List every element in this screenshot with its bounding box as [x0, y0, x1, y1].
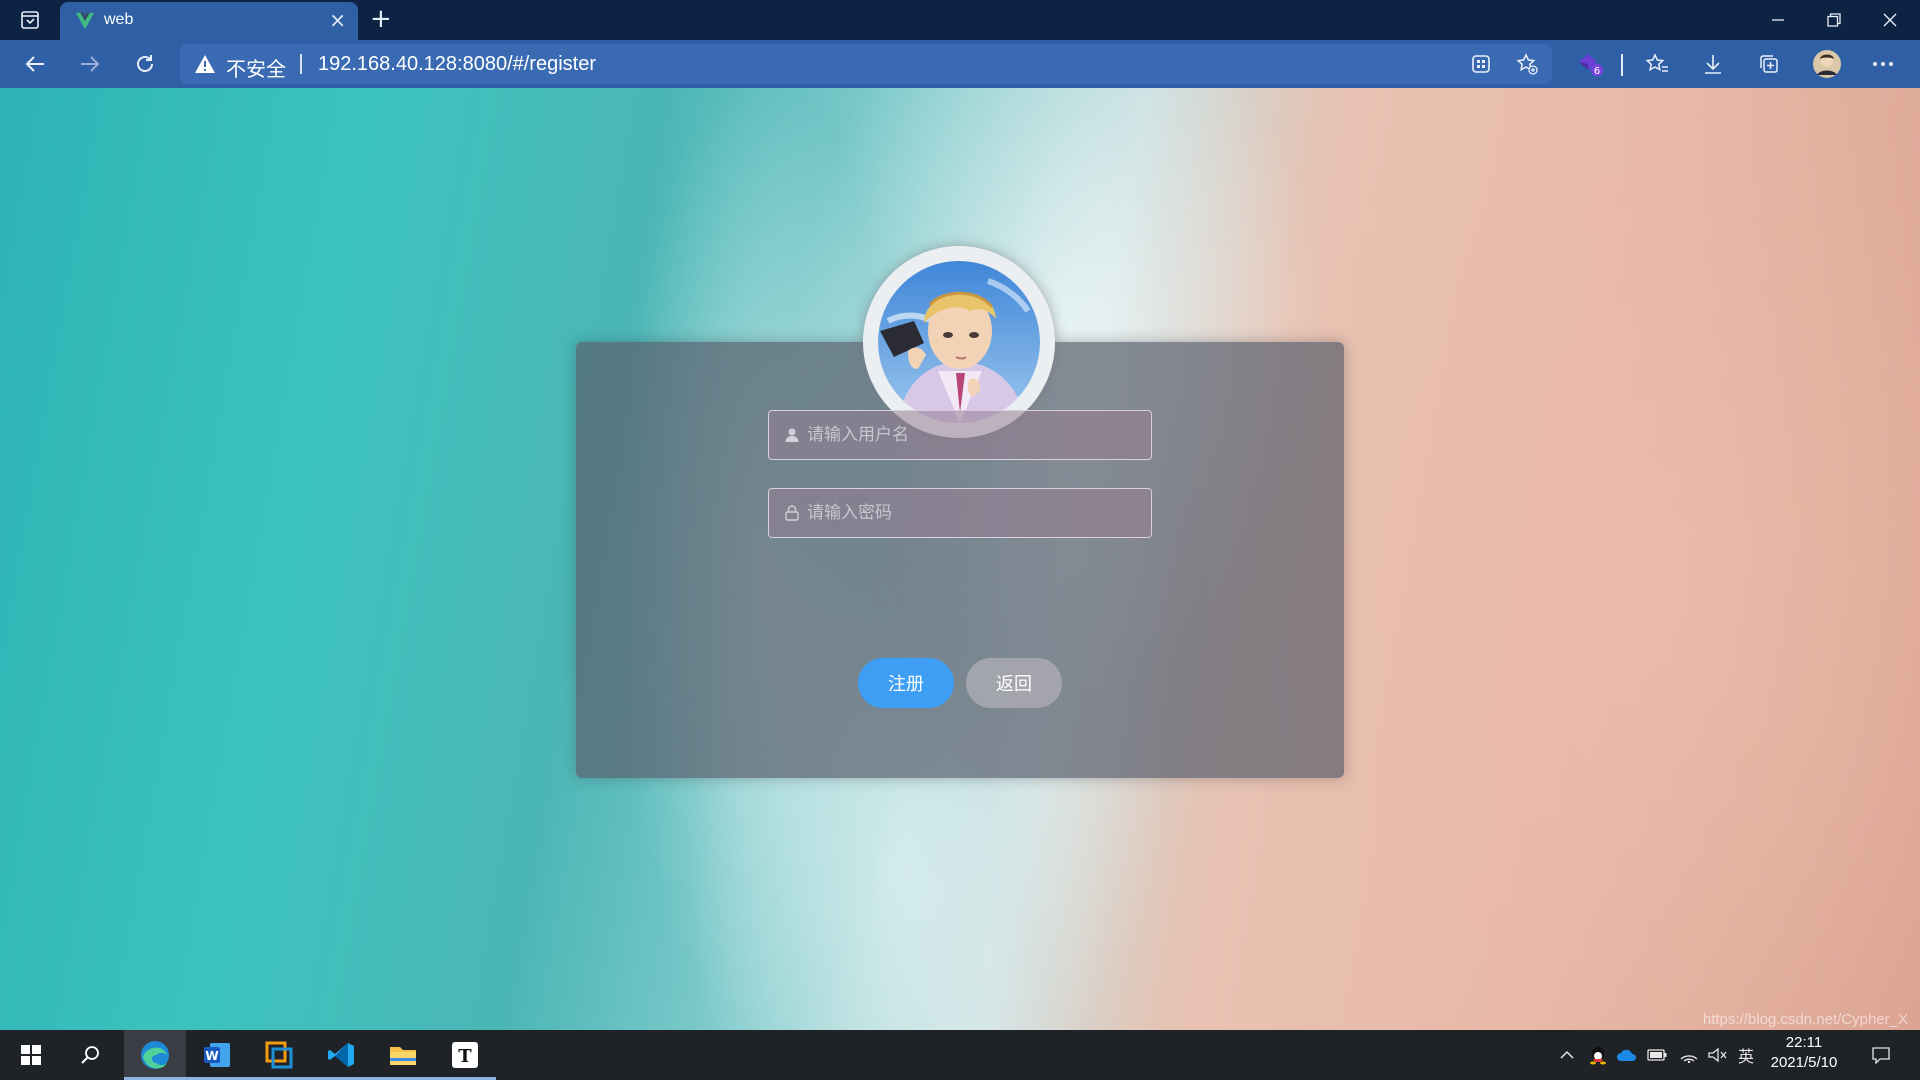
back-icon[interactable] — [18, 48, 52, 80]
vscode-icon[interactable] — [310, 1030, 372, 1080]
taskbar: W T 英 22:11 2021/5/10 — [0, 1030, 1920, 1080]
refresh-icon[interactable] — [128, 48, 162, 80]
url-text[interactable]: 192.168.40.128:8080/#/register — [318, 53, 596, 76]
forward-icon[interactable] — [73, 48, 107, 80]
toolbar-separator — [1621, 54, 1623, 76]
volume-icon[interactable] — [1704, 1042, 1730, 1068]
minimize-icon[interactable] — [1756, 6, 1800, 34]
edge-browser-icon[interactable] — [124, 1030, 186, 1080]
show-hidden-icons-icon[interactable] — [1556, 1042, 1578, 1068]
browser-tab-bar: web × + — [0, 0, 1920, 40]
word-icon[interactable]: W — [186, 1030, 248, 1080]
file-explorer-icon[interactable] — [372, 1030, 434, 1080]
more-options-icon[interactable] — [1866, 48, 1900, 80]
svg-text:T: T — [458, 1046, 472, 1067]
app-available-icon[interactable] — [1468, 52, 1494, 76]
avatar — [878, 261, 1040, 423]
new-tab-button[interactable]: + — [370, 4, 392, 34]
wifi-icon[interactable] — [1676, 1042, 1702, 1068]
battery-icon[interactable] — [1644, 1042, 1670, 1068]
tab-title: web — [104, 11, 134, 28]
tab-close-icon[interactable]: × — [329, 9, 346, 31]
browser-toolbar: 不安全 192.168.40.128:8080/#/register 6 — [0, 40, 1920, 88]
tab-actions-icon[interactable] — [14, 8, 46, 32]
clock[interactable]: 22:11 2021/5/10 — [1762, 1033, 1846, 1073]
extension-icon[interactable]: 6 — [1573, 48, 1607, 80]
username-input[interactable] — [807, 411, 1137, 459]
security-label[interactable]: 不安全 — [226, 53, 286, 82]
svg-text:W: W — [205, 1049, 218, 1063]
register-button[interactable]: 注册 — [858, 658, 954, 708]
lock-icon — [785, 505, 799, 521]
typora-icon[interactable]: T — [434, 1030, 496, 1080]
password-input[interactable] — [807, 489, 1137, 537]
username-field[interactable] — [768, 410, 1152, 460]
restore-icon[interactable] — [1812, 6, 1856, 34]
ime-indicator[interactable]: 英 — [1734, 1042, 1758, 1068]
search-icon[interactable] — [60, 1030, 122, 1080]
address-separator — [300, 54, 302, 74]
password-field[interactable] — [768, 488, 1152, 538]
browser-tab-web[interactable]: web × — [60, 2, 358, 40]
clock-time: 22:11 — [1785, 1034, 1823, 1051]
clock-date: 2021/5/10 — [1770, 1054, 1838, 1071]
warning-icon — [195, 55, 215, 73]
register-page: 注册 返回 https://blog.csdn.net/Cypher_X — [0, 88, 1920, 1030]
extension-badge: 6 — [1594, 66, 1600, 77]
user-icon — [785, 428, 799, 442]
downloads-icon[interactable] — [1696, 48, 1730, 80]
vue-logo-icon — [75, 12, 95, 30]
back-button[interactable]: 返回 — [966, 658, 1062, 708]
notification-center-icon[interactable] — [1868, 1042, 1894, 1068]
onedrive-icon[interactable] — [1614, 1042, 1640, 1068]
collections-icon[interactable] — [1752, 48, 1786, 80]
favorites-icon[interactable] — [1640, 48, 1674, 80]
profile-avatar[interactable] — [1810, 48, 1844, 80]
vmware-icon[interactable] — [248, 1030, 310, 1080]
start-button[interactable] — [0, 1030, 62, 1080]
watermark: https://blog.csdn.net/Cypher_X — [1702, 1011, 1908, 1028]
close-window-icon[interactable] — [1868, 6, 1912, 34]
windows-logo-icon — [21, 1045, 41, 1065]
address-bar[interactable]: 不安全 192.168.40.128:8080/#/register — [180, 44, 1552, 84]
qq-icon[interactable] — [1586, 1042, 1610, 1068]
add-favorite-icon[interactable] — [1514, 52, 1540, 76]
